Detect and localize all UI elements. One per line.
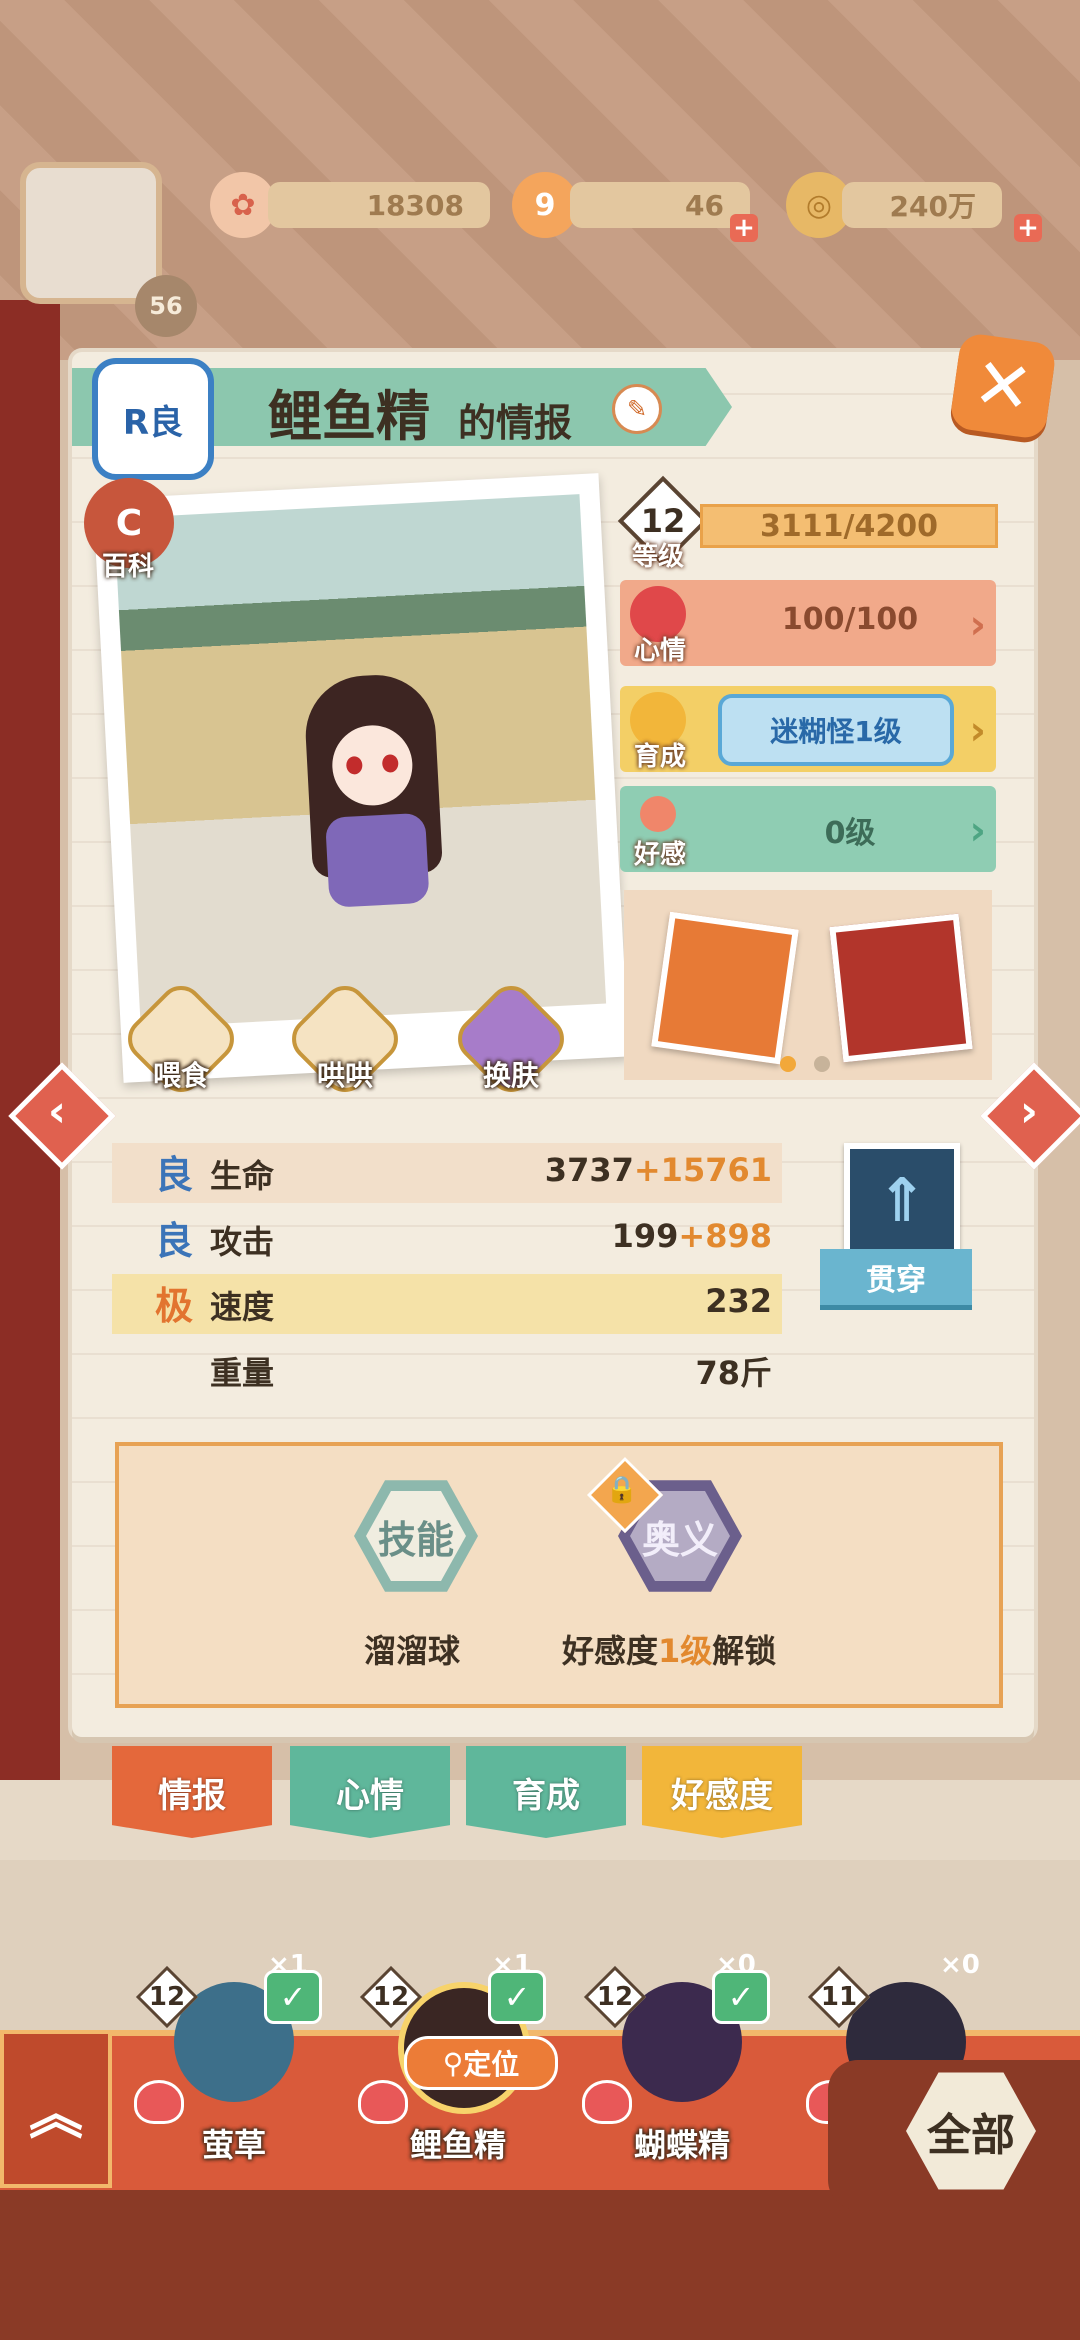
grade-extreme-icon: 极 [154, 1283, 193, 1328]
arrow-up-icon: ⇑ [844, 1143, 960, 1259]
add-currency-3-button[interactable]: + [1014, 214, 1042, 242]
plum-blossom-icon: ✿ [210, 172, 276, 238]
ornament-gift-card[interactable] [829, 913, 973, 1063]
tab-info[interactable]: 情报 [112, 1746, 272, 1838]
ougi-unlock-text: 好感度1级解锁 [562, 1632, 777, 1670]
carousel-dot [814, 1056, 830, 1072]
bottom-floor [0, 2190, 1080, 2340]
stat-row-speed: 极 速度 232 [112, 1274, 782, 1334]
pencil-icon: ✎ [626, 395, 648, 423]
gift-carousel[interactable] [624, 890, 992, 1080]
skills-box [115, 1442, 1003, 1708]
chevron-right-icon: › [1019, 1085, 1039, 1137]
lock-icon: 🔒 [605, 1475, 639, 1505]
exp-bar: 3111/4200 [700, 504, 998, 548]
close-button[interactable]: ✕ [948, 331, 1058, 441]
heart-icon [582, 2080, 632, 2124]
currency-bar-1: 18308 [268, 182, 490, 228]
change-skin-button[interactable]: 换肤 [448, 976, 574, 1102]
player-level-badge: 56 [135, 275, 197, 337]
tab-mood[interactable]: 心情 [290, 1746, 450, 1838]
level-label: 等级 [632, 542, 685, 572]
tomoe-icon: 9 [512, 172, 578, 238]
checkmark-icon: ✓ [264, 1970, 322, 2024]
character-figure[interactable] [302, 672, 445, 908]
encyclopedia-label: 百科 [102, 552, 155, 582]
chevron-right-icon: › [969, 708, 986, 754]
map-pin-icon: ⚲ [442, 2046, 464, 2080]
checkmark-icon: ✓ [712, 1970, 770, 2024]
chevron-left-icon: ‹ [47, 1085, 67, 1137]
checkmark-icon: ✓ [488, 1970, 546, 2024]
tab-favor[interactable]: 好感度 [642, 1746, 802, 1838]
player-avatar[interactable] [20, 162, 162, 304]
tab-growth[interactable]: 育成 [466, 1746, 626, 1838]
feed-button[interactable]: 喂食 [118, 976, 244, 1102]
character-name: 鲤鱼精 [268, 385, 430, 448]
skill-name: 溜溜球 [364, 1632, 461, 1670]
growth-row[interactable]: 育成 迷糊怪1级 › [620, 686, 996, 772]
peach-icon [640, 796, 676, 832]
chevron-up-icon: ︽ [29, 2082, 83, 2146]
locate-button[interactable]: ⚲ 定位 [404, 2036, 558, 2090]
chevron-right-icon: › [969, 602, 986, 648]
heart-icon [134, 2080, 184, 2124]
currency-bar-2: 46 [570, 182, 750, 228]
pierce-trait[interactable]: ⇑ 贯穿 [820, 1143, 972, 1317]
currency-bar-3: 240万 [842, 182, 1002, 228]
growth-stage-pill: 迷糊怪1级 [718, 694, 954, 766]
close-icon: ✕ [968, 341, 1038, 431]
title-suffix: 的情报 [458, 401, 573, 445]
character-scene [114, 494, 607, 1028]
roster-hero-1[interactable]: ×1 12 ✓ 萤草 [134, 1950, 334, 2170]
favor-row[interactable]: 好感 0级 › [620, 786, 996, 872]
stat-row-weight: 重量 78斤 [210, 1354, 772, 1392]
coax-button[interactable]: 哄哄 [282, 976, 408, 1102]
stat-row-hp: 良 生命 3737+15761 [112, 1143, 782, 1203]
left-red-border [0, 300, 60, 1780]
add-currency-2-button[interactable]: + [730, 214, 758, 242]
carousel-dot-active [780, 1056, 796, 1072]
grade-good-icon: 良 [154, 1218, 193, 1263]
heart-icon [358, 2080, 408, 2124]
expand-roster-button[interactable]: ︽ [0, 2030, 112, 2188]
mystery-gift-card[interactable] [651, 911, 799, 1065]
roster-hero-3[interactable]: ×0 12 ✓ 蝴蝶精 [582, 1950, 782, 2170]
mood-row[interactable]: 心情 100/100 › [620, 580, 996, 666]
grade-good-icon: 良 [154, 1152, 193, 1197]
rename-button[interactable]: ✎ [612, 384, 662, 434]
stat-row-attack: 良 攻击 199+898 [112, 1209, 782, 1269]
rarity-badge: R良 [92, 358, 214, 480]
chevron-right-icon: › [969, 808, 986, 854]
encyclopedia-button[interactable]: C 百科 [84, 478, 180, 588]
